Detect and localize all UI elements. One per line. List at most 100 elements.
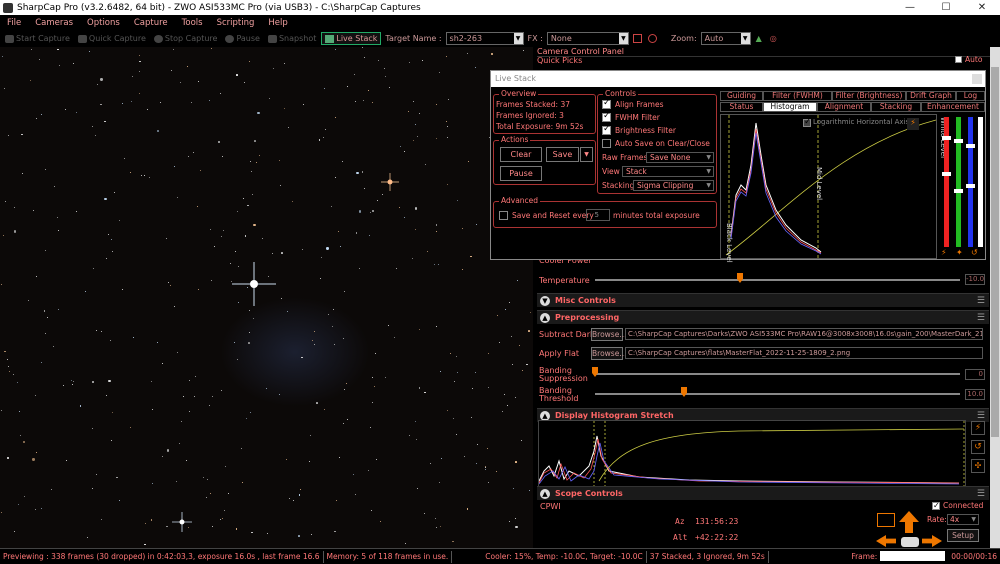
tab-histogram[interactable]: Histogram <box>763 102 817 112</box>
auto-checkbox[interactable] <box>955 56 962 63</box>
fx-select[interactable]: None ▼ <box>546 32 629 45</box>
temperature-slider[interactable] <box>595 279 960 281</box>
arrow-up-icon[interactable] <box>899 511 919 533</box>
save-button[interactable]: Save <box>546 147 579 162</box>
browse-dark-button[interactable]: Browse... <box>591 328 626 341</box>
log-axis-checkbox[interactable] <box>803 117 812 127</box>
temperature-slider-thumb[interactable] <box>737 273 743 283</box>
tab-filter-fwhm[interactable]: Filter (FWHM) <box>763 91 832 101</box>
rate-select[interactable]: 4x ▼ <box>947 514 979 525</box>
chevron-up-icon[interactable]: ▲ <box>540 488 550 499</box>
reset-icon[interactable]: ↺ <box>971 248 978 257</box>
red-level-thumb[interactable] <box>942 172 951 176</box>
menu-tools[interactable]: Tools <box>175 18 210 28</box>
tab-filter-brightness[interactable]: Filter (Brightness) <box>832 91 906 101</box>
menu-icon[interactable]: ☰ <box>977 296 985 306</box>
close-button[interactable]: ✕ <box>964 2 1000 13</box>
menu-icon[interactable]: ☰ <box>977 489 985 499</box>
close-icon[interactable] <box>972 74 982 84</box>
spiral-search-icon[interactable] <box>877 513 895 527</box>
tab-drift-graph[interactable]: Drift Graph <box>906 91 956 101</box>
preprocessing-header[interactable]: ▲ Preprocessing ☰ <box>537 310 989 324</box>
setup-button[interactable]: Setup <box>947 529 979 542</box>
menu-help[interactable]: Help <box>261 18 294 28</box>
stop-capture-button[interactable]: Stop Capture <box>151 34 221 43</box>
stop-scope-button[interactable] <box>901 537 919 547</box>
live-stack-histogram[interactable]: Logarithmic Horizontal Axis Black Level … <box>720 114 937 263</box>
banding-suppression-slider[interactable] <box>595 373 960 375</box>
connected-checkbox[interactable]: ✓ <box>932 502 940 510</box>
chevron-up-icon[interactable]: ▲ <box>540 410 550 421</box>
panel-scrollbar[interactable] <box>990 47 1000 548</box>
chevron-down-icon[interactable]: ▼ <box>740 33 750 44</box>
green-white-thumb[interactable] <box>954 139 963 143</box>
histogram-icon[interactable]: ▲ <box>753 34 765 43</box>
tab-stacking[interactable]: Stacking <box>871 102 921 112</box>
save-dropdown-button[interactable]: ▼ <box>580 147 593 162</box>
align-frames-checkbox[interactable] <box>602 98 611 109</box>
misc-controls-header[interactable]: ▼ Misc Controls ☰ <box>537 293 989 307</box>
banding-suppression-value[interactable]: 0 <box>965 369 985 380</box>
auto-save-checkbox[interactable] <box>602 139 611 148</box>
banding-threshold-slider[interactable] <box>595 393 960 395</box>
live-stack-button[interactable]: Live Stack <box>321 32 382 45</box>
quick-picks-label[interactable]: Quick Picks <box>537 56 582 65</box>
quick-capture-button[interactable]: Quick Capture <box>75 34 149 43</box>
target-name-input[interactable]: sh2-263 ▼ <box>445 32 524 45</box>
dark-path-select[interactable]: C:\SharpCap Captures\Darks\ZWO ASI533MC … <box>625 328 983 340</box>
menu-icon[interactable]: ☰ <box>977 313 985 323</box>
lightning-icon[interactable]: ⚡ <box>907 118 919 130</box>
tab-guiding[interactable]: Guiding <box>720 91 763 101</box>
save-reset-stepper[interactable]: 5 <box>586 209 610 221</box>
settings-icon[interactable]: ✣ <box>971 459 985 473</box>
menu-scripting[interactable]: Scripting <box>210 18 262 28</box>
menu-capture[interactable]: Capture <box>127 18 175 28</box>
banding-threshold-thumb[interactable] <box>681 387 687 397</box>
stacking-select[interactable]: Sigma Clipping ▼ <box>633 180 714 191</box>
frame-progress-bar[interactable] <box>880 551 945 561</box>
blue-level-thumb[interactable] <box>966 184 975 188</box>
zoom-select[interactable]: Auto ▼ <box>700 32 751 45</box>
start-capture-button[interactable]: Start Capture <box>2 34 73 43</box>
blue-white-thumb[interactable] <box>966 144 975 148</box>
chevron-down-icon[interactable]: ▼ <box>618 33 628 44</box>
scrollbar-thumb[interactable] <box>991 67 999 437</box>
tab-enhancement[interactable]: Enhancement <box>921 102 985 112</box>
tab-status[interactable]: Status <box>720 102 763 112</box>
tab-log[interactable]: Log <box>956 91 985 101</box>
arrow-right-icon[interactable] <box>922 535 942 547</box>
luminance-level-bar[interactable] <box>978 117 983 247</box>
pause-button[interactable]: Pause <box>222 34 263 43</box>
banding-suppression-thumb[interactable] <box>592 367 598 377</box>
blue-level-bar[interactable] <box>968 117 973 247</box>
brightness-filter-checkbox[interactable] <box>602 124 611 135</box>
reset-icon[interactable]: ↺ <box>971 440 985 454</box>
arrow-left-icon[interactable] <box>876 535 896 547</box>
settings-icon[interactable]: ✦ <box>956 248 963 257</box>
pause-stack-button[interactable]: Pause <box>500 166 542 181</box>
green-level-bar[interactable] <box>956 117 961 247</box>
live-stack-titlebar[interactable]: Live Stack <box>491 71 985 87</box>
clear-button[interactable]: Clear <box>500 147 542 162</box>
view-select[interactable]: Stack ▼ <box>622 166 714 177</box>
green-level-thumb[interactable] <box>954 189 963 193</box>
lightning-icon[interactable]: ⚡ <box>971 421 985 435</box>
menu-cameras[interactable]: Cameras <box>28 18 80 28</box>
menu-icon[interactable]: ☰ <box>977 411 985 421</box>
target-icon[interactable]: ◎ <box>767 34 780 43</box>
raw-frames-select[interactable]: Save None ▼ <box>646 152 714 163</box>
snapshot-button[interactable]: Snapshot <box>265 34 319 43</box>
scope-controls-header[interactable]: ▲ Scope Controls ☰ <box>537 486 989 500</box>
tab-alignment[interactable]: Alignment <box>817 102 871 112</box>
menu-options[interactable]: Options <box>80 18 127 28</box>
chevron-up-icon[interactable]: ▲ <box>540 312 550 323</box>
menu-file[interactable]: File <box>0 18 28 28</box>
chevron-down-icon[interactable]: ▼ <box>513 33 523 44</box>
temperature-value[interactable]: -10.0 <box>965 274 985 285</box>
minimize-button[interactable]: — <box>892 2 928 13</box>
camera-preview-image[interactable] <box>0 47 533 548</box>
maximize-button[interactable]: ☐ <box>928 2 964 13</box>
flat-path-select[interactable]: C:\SharpCap Captures\flats\MasterFlat_20… <box>625 347 983 359</box>
save-reset-checkbox[interactable] <box>499 211 508 220</box>
banding-threshold-value[interactable]: 10.0 <box>965 389 985 400</box>
